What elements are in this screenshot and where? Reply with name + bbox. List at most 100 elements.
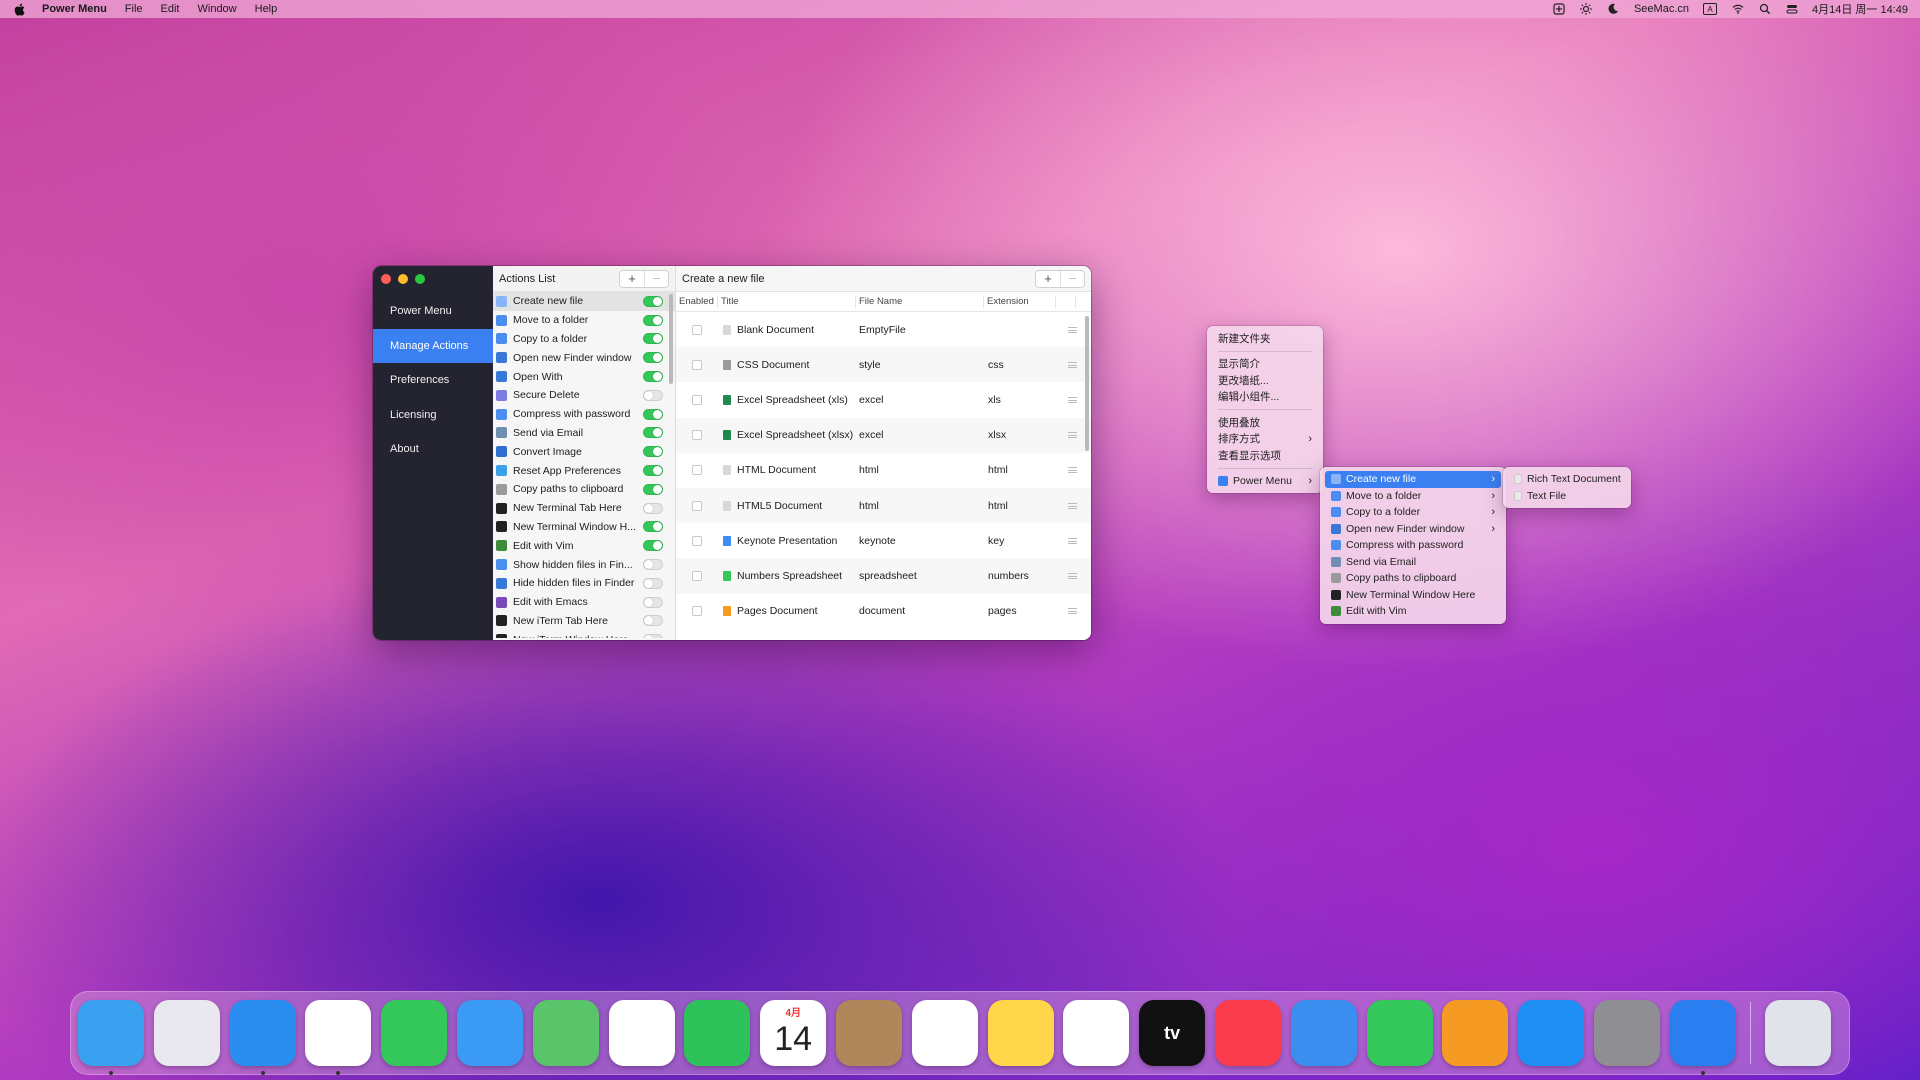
sidebar-item-power-menu[interactable]: Power Menu <box>373 294 493 329</box>
enabled-checkbox[interactable] <box>692 465 702 476</box>
action-enable-toggle[interactable] <box>643 483 663 495</box>
row-handle[interactable] <box>1062 361 1082 368</box>
action-enable-toggle[interactable] <box>643 615 663 627</box>
action-row[interactable]: Convert Image <box>493 442 675 461</box>
action-enable-toggle[interactable] <box>643 465 663 477</box>
numbers-app[interactable] <box>1366 1000 1433 1066</box>
enabled-checkbox[interactable] <box>692 394 702 405</box>
table-row[interactable]: Excel Spreadsheet (xlsx) excel xlsx <box>676 417 1091 453</box>
file-menu[interactable]: File <box>125 3 143 15</box>
finder-app[interactable] <box>78 1000 144 1075</box>
close-window-button[interactable] <box>381 274 391 284</box>
action-enable-toggle[interactable] <box>643 295 663 307</box>
action-row[interactable]: Reset App Preferences <box>493 461 675 480</box>
table-row[interactable]: Pages Document document pages <box>676 594 1091 629</box>
row-handle[interactable] <box>1062 537 1082 544</box>
context-item[interactable]: 查看显示选项 <box>1212 447 1318 464</box>
focus-moon-icon[interactable] <box>1607 3 1620 16</box>
column-enabled[interactable]: Enabled <box>676 295 718 308</box>
keynote-app[interactable] <box>1290 1000 1357 1066</box>
sidebar-item-manage-actions[interactable]: Manage Actions <box>373 328 493 363</box>
minimize-window-button[interactable] <box>398 274 408 284</box>
table-row[interactable]: Numbers Spreadsheet spreadsheet numbers <box>676 558 1091 594</box>
add-action-button[interactable]: + <box>620 271 644 287</box>
action-row[interactable]: New iTerm Tab Here <box>493 612 675 631</box>
control-center-icon[interactable] <box>1785 3 1798 16</box>
sidebar-item-about[interactable]: About <box>373 432 493 467</box>
action-row[interactable]: Create new file <box>493 292 675 311</box>
menubar-clock[interactable]: 4月14日 周一 14:49 <box>1812 1 1908 17</box>
table-row[interactable]: Excel Spreadsheet (xls) excel xls <box>676 382 1091 417</box>
spotlight-search-icon[interactable] <box>1758 3 1771 16</box>
app-store-app[interactable] <box>1518 1000 1585 1066</box>
messages-app[interactable] <box>381 1000 448 1066</box>
power-menu-app[interactable] <box>1669 1000 1736 1075</box>
brightness-icon[interactable] <box>1580 3 1593 16</box>
row-handle[interactable] <box>1062 572 1082 579</box>
context-item-power-menu[interactable]: Power Menu › <box>1212 473 1318 490</box>
facetime-app[interactable] <box>684 1000 751 1066</box>
window-menu[interactable]: Window <box>198 3 237 15</box>
action-enable-toggle[interactable] <box>643 596 663 608</box>
action-row[interactable]: New Terminal Tab Here <box>493 499 675 518</box>
contacts-app[interactable] <box>835 1000 902 1066</box>
action-enable-toggle[interactable] <box>643 352 663 364</box>
submenu-item[interactable]: Open new Finder window › <box>1325 521 1501 538</box>
submenu-item[interactable]: New Terminal Window Here <box>1325 587 1501 604</box>
row-handle[interactable] <box>1062 326 1082 333</box>
submenu-item[interactable]: Copy paths to clipboard <box>1325 570 1501 587</box>
action-enable-toggle[interactable] <box>643 446 663 458</box>
input-method-icon[interactable]: A <box>1703 3 1717 15</box>
action-row[interactable]: Edit with Emacs <box>493 593 675 612</box>
table-row[interactable]: CSS Document style css <box>676 347 1091 383</box>
reminders-app[interactable] <box>911 1000 978 1066</box>
action-enable-toggle[interactable] <box>643 371 663 383</box>
action-enable-toggle[interactable] <box>643 577 663 589</box>
table-row[interactable]: HTML5 Document html html <box>676 487 1091 524</box>
action-enable-toggle[interactable] <box>643 314 663 326</box>
context-item[interactable]: 更改墙纸... <box>1212 372 1318 389</box>
sidebar-item-preferences[interactable]: Preferences <box>373 363 493 398</box>
action-row[interactable]: Copy paths to clipboard <box>493 480 675 499</box>
context-item[interactable]: 使用叠放 <box>1212 414 1318 431</box>
action-enable-toggle[interactable] <box>643 408 663 420</box>
zoom-window-button[interactable] <box>415 274 425 284</box>
context-item[interactable]: 排序方式 › <box>1212 431 1318 448</box>
file-template-item[interactable]: Rich Text Document <box>1508 471 1626 488</box>
music-app[interactable] <box>1214 1000 1281 1066</box>
action-row[interactable]: Edit with Vim <box>493 536 675 555</box>
submenu-item[interactable]: Move to a folder › <box>1325 488 1501 505</box>
action-enable-toggle[interactable] <box>643 634 663 638</box>
file-template-item[interactable]: Text File <box>1508 488 1626 505</box>
context-item[interactable]: 显示简介 <box>1212 356 1318 373</box>
actions-list[interactable]: Create new file Move to a folder Copy to a… <box>493 292 675 638</box>
action-row[interactable]: Copy to a folder <box>493 330 675 349</box>
action-row[interactable]: Send via Email <box>493 424 675 443</box>
action-enable-toggle[interactable] <box>643 540 663 552</box>
row-handle[interactable] <box>1062 432 1082 439</box>
help-menu[interactable]: Help <box>255 3 278 15</box>
sidebar-item-licensing[interactable]: Licensing <box>373 398 493 433</box>
action-row[interactable]: Secure Delete <box>493 386 675 405</box>
submenu-item[interactable]: Copy to a folder › <box>1325 504 1501 521</box>
enabled-checkbox[interactable] <box>692 430 702 441</box>
action-row[interactable]: New iTerm Window Here <box>493 630 675 638</box>
action-enable-toggle[interactable] <box>643 521 663 533</box>
row-handle[interactable] <box>1062 396 1082 403</box>
remove-action-button[interactable]: − <box>644 270 668 287</box>
add-template-button[interactable]: + <box>1036 271 1060 287</box>
row-handle[interactable] <box>1062 608 1082 615</box>
enabled-checkbox[interactable] <box>692 535 702 546</box>
notes-app[interactable] <box>987 1000 1054 1066</box>
action-row[interactable]: Show hidden files in Fin... <box>493 555 675 574</box>
calendar-app[interactable]: 4月 14 <box>760 1000 827 1066</box>
enabled-checkbox[interactable] <box>692 324 702 335</box>
action-enable-toggle[interactable] <box>643 502 663 514</box>
action-row[interactable]: Move to a folder <box>493 311 675 330</box>
submenu-item[interactable]: Send via Email <box>1325 554 1501 571</box>
submenu-item[interactable]: Create new file › <box>1325 471 1501 488</box>
action-row[interactable]: Compress with password <box>493 405 675 424</box>
freeform-app[interactable] <box>1063 1000 1130 1066</box>
trash-icon[interactable] <box>1764 1000 1831 1066</box>
enabled-checkbox[interactable] <box>692 606 702 617</box>
